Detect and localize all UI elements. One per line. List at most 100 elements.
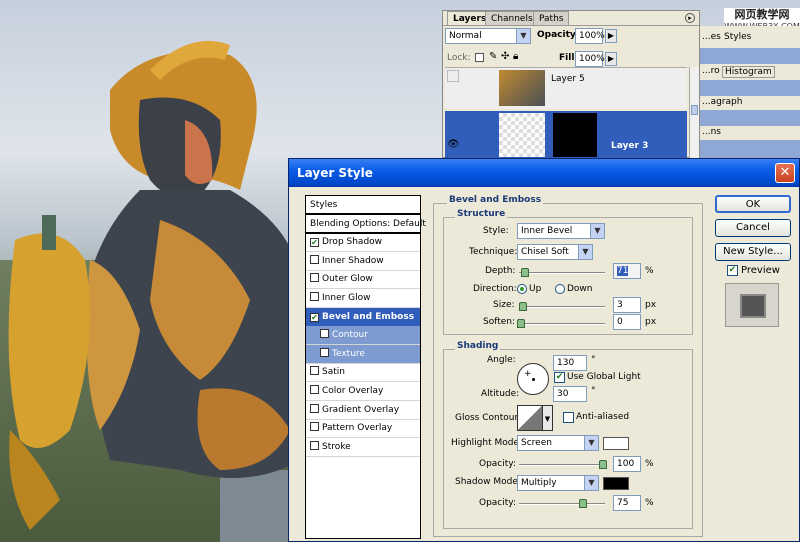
style-item[interactable]: ✔ Bevel and Emboss (306, 307, 420, 327)
lock-brush-icon[interactable]: ✎ (489, 51, 497, 62)
style-checkbox[interactable] (310, 366, 319, 376)
size-field[interactable]: 3 (613, 297, 641, 313)
depth-field[interactable]: 71 (613, 263, 641, 279)
shadow-color-swatch[interactable] (603, 477, 629, 490)
direction-up-radio[interactable] (517, 284, 527, 294)
ok-button[interactable]: OK (715, 195, 791, 213)
style-checkbox[interactable]: ✔ (310, 312, 319, 322)
preview-checkbox[interactable]: ✔ (727, 265, 738, 276)
layers-scrollbar[interactable] (689, 67, 699, 159)
styles-list-header[interactable]: Blending Options: Default (306, 215, 426, 234)
shadow-mode-select[interactable]: Multiply ▼ (517, 475, 599, 491)
opacity-label: Opacity: (537, 30, 580, 40)
layer-row[interactable]: Layer 5 (445, 67, 687, 109)
soften-slider[interactable] (517, 319, 605, 328)
slider-knob[interactable] (579, 499, 587, 508)
style-item[interactable]: Outer Glow (306, 270, 420, 290)
highlight-opacity-slider[interactable] (519, 460, 607, 469)
layer-name: Layer 3 (611, 141, 649, 151)
side-tab-histogram[interactable]: Histogram (722, 66, 775, 78)
tab-paths[interactable]: Paths (533, 11, 570, 25)
tab-divider (443, 25, 699, 26)
opacity-arrow-icon[interactable]: ▶ (605, 29, 617, 43)
chevron-down-icon: ▼ (516, 29, 530, 43)
visibility-toggle[interactable] (447, 70, 459, 82)
depth-slider[interactable] (519, 268, 605, 277)
size-slider[interactable] (519, 302, 605, 311)
side-tab[interactable]: ...es (702, 32, 721, 42)
dialog-title: Layer Style (297, 166, 373, 180)
dialog-titlebar[interactable]: Layer Style ✕ (289, 159, 799, 187)
side-panel-1: ...es Styles (700, 26, 800, 48)
style-item-label: Blending Options: Default (310, 218, 426, 229)
soften-field[interactable]: 0 (613, 314, 641, 330)
angle-field[interactable]: 130 (553, 355, 587, 371)
style-select[interactable]: Inner Bevel ▼ (517, 223, 605, 239)
cancel-button[interactable]: Cancel (715, 219, 791, 237)
lock-all-icon[interactable]: 🔒︎ (513, 51, 518, 62)
anti-aliased-checkbox[interactable] (563, 412, 574, 423)
style-item[interactable]: Color Overlay (306, 382, 420, 401)
fill-field[interactable]: 100% (575, 51, 605, 67)
slider-knob[interactable] (599, 460, 607, 469)
side-tab[interactable]: ...agraph (702, 97, 742, 107)
technique-select[interactable]: Chisel Soft ▼ (517, 244, 593, 260)
style-checkbox[interactable] (320, 329, 329, 339)
blend-mode-select[interactable]: Normal ▼ (445, 28, 531, 44)
shadow-opacity-slider[interactable] (519, 499, 605, 508)
angle-dial[interactable]: + (517, 363, 549, 395)
crosshair-icon: + (524, 369, 532, 379)
style-checkbox[interactable] (310, 273, 319, 283)
layer-row-selected[interactable]: 👁︎ Layer 3 (445, 111, 687, 159)
side-tab-styles[interactable]: Styles (724, 32, 751, 42)
style-checkbox[interactable] (310, 403, 319, 413)
highlight-color-swatch[interactable] (603, 437, 629, 450)
slider-knob[interactable] (519, 302, 527, 311)
style-item[interactable]: Contour (306, 326, 420, 346)
global-light-checkbox[interactable]: ✔ (554, 372, 565, 383)
slider-knob[interactable] (517, 319, 525, 328)
side-tab[interactable]: ...ns (702, 127, 721, 137)
style-item[interactable]: Inner Glow (306, 289, 420, 308)
watermark-line1: 网页教学网 (734, 8, 790, 21)
style-checkbox[interactable] (320, 347, 329, 357)
side-tab[interactable]: ...ro (702, 66, 720, 76)
style-checkbox[interactable]: ✔ (310, 238, 319, 248)
style-item[interactable]: Inner Shadow (306, 252, 420, 271)
style-item-label: Satin (322, 367, 345, 378)
highlight-mode-select[interactable]: Screen ▼ (517, 435, 599, 451)
style-checkbox[interactable] (310, 254, 319, 264)
opacity-field[interactable]: 100% (575, 28, 605, 44)
lock-move-icon[interactable]: ✣ (501, 51, 509, 62)
chevron-down-icon[interactable]: ▼ (543, 405, 553, 431)
style-checkbox[interactable] (310, 440, 319, 450)
scrollbar-thumb[interactable] (691, 105, 698, 115)
style-item[interactable]: Gradient Overlay (306, 401, 420, 420)
style-checkbox[interactable] (310, 422, 319, 432)
style-item[interactable]: Stroke (306, 438, 420, 457)
shadow-opacity-field[interactable]: 75 (613, 495, 641, 511)
style-item[interactable]: Pattern Overlay (306, 419, 420, 439)
highlight-opacity-field[interactable]: 100 (613, 456, 641, 472)
fill-arrow-icon[interactable]: ▶ (605, 52, 617, 66)
new-style-button[interactable]: New Style... (715, 243, 791, 261)
panel-menu-icon[interactable]: ▸ (685, 13, 695, 23)
style-checkbox[interactable] (310, 292, 319, 301)
gloss-contour-preview[interactable] (517, 405, 543, 431)
lock-transparency-icon[interactable] (475, 53, 484, 62)
altitude-field[interactable]: 30 (553, 386, 587, 402)
close-button[interactable]: ✕ (775, 163, 795, 183)
direction-down-radio[interactable] (555, 284, 565, 294)
style-item[interactable]: Texture (306, 344, 420, 364)
side-panel-3: ...agraph (700, 96, 800, 110)
style-item[interactable]: Satin (306, 363, 420, 383)
slider-knob[interactable] (521, 268, 529, 277)
side-panel-4: ...ns (700, 126, 800, 140)
tab-channels[interactable]: Channels (485, 11, 539, 25)
style-checkbox[interactable] (310, 385, 319, 394)
layer-name: Layer 5 (551, 74, 585, 84)
styles-list-header[interactable]: Styles (306, 196, 420, 215)
eye-icon[interactable]: 👁︎ (447, 139, 460, 150)
highlight-mode-value: Screen (521, 438, 552, 448)
style-item[interactable]: ✔ Drop Shadow (306, 233, 420, 253)
